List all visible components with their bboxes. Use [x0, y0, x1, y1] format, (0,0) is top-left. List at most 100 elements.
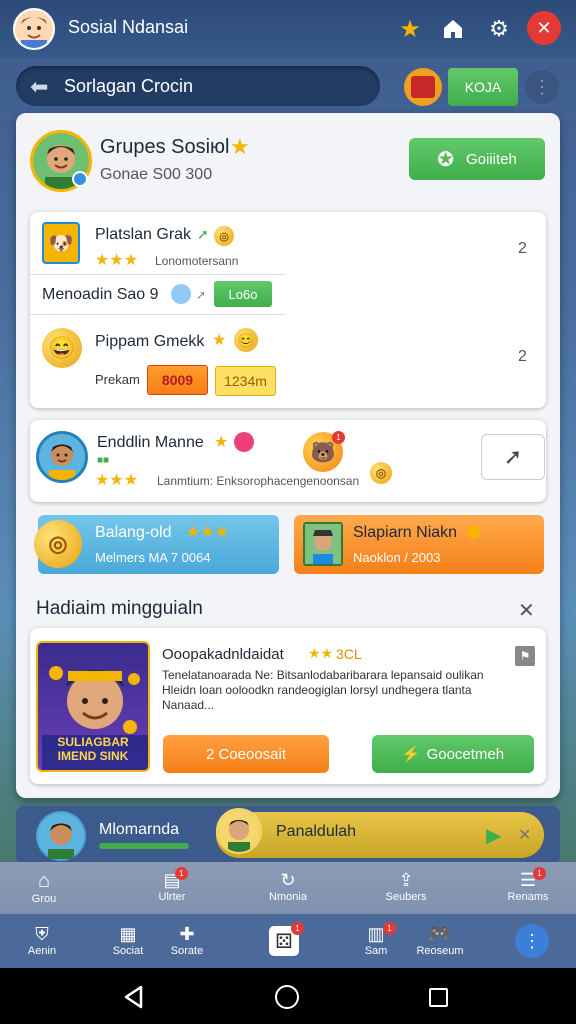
item-1-subtitle: Lonomotersann: [155, 254, 239, 268]
nav-item-refresh[interactable]: ↻ Nmonia: [258, 870, 318, 903]
bottom-highlight-text: Panaldulah: [276, 823, 357, 840]
divider: [30, 274, 286, 275]
more-icon[interactable]: ⋮: [525, 70, 559, 104]
row-mid-tag[interactable]: Lo6o: [214, 281, 272, 307]
promo-right-button[interactable]: ⚡ Goocetmeh: [372, 735, 534, 773]
price-label: Prekam: [95, 372, 140, 387]
profile-subtitle: Lanmtium: Enksorophacengenoonsan: [157, 474, 360, 488]
promo-title: Ooopakadnldaidat: [162, 646, 284, 663]
bolt-icon: ⚡: [401, 746, 421, 763]
nav-item-puzzle[interactable]: ✚ Sorate: [157, 924, 217, 957]
profile-name: Enddlin Manne: [97, 434, 204, 451]
profile-avatar[interactable]: [36, 431, 88, 483]
tile-2-badge-icon: ⬢: [466, 522, 482, 542]
item-2-coin-icon: 😊: [234, 328, 258, 352]
profile-progress: ■■: [97, 455, 110, 466]
row-mid-arrow-icon: ➚: [196, 288, 207, 302]
tile-2-title: Slapiarn Niakn: [353, 524, 458, 541]
tile-1-coin-icon: ◎: [34, 520, 82, 568]
profile-coin-icon: ◎: [370, 462, 392, 484]
promo-right-label: Goocetmeh: [426, 745, 505, 763]
dice-badge: 1: [291, 922, 304, 935]
promo-flag-icon[interactable]: ⚑: [515, 646, 535, 666]
price-2-badge[interactable]: 1234m: [215, 366, 276, 396]
nav-item-game[interactable]: 🎮 Reoseum: [410, 924, 470, 957]
puzzle-icon: ✚: [179, 924, 195, 944]
promo-left-button[interactable]: 2 Coeoosait: [163, 735, 329, 773]
nav-item-chart[interactable]: ▥ Sam: [346, 924, 406, 957]
play-icon[interactable]: ▶: [486, 823, 501, 848]
share-icon: ⇪: [398, 870, 414, 890]
back-arrow-icon[interactable]: ⬅: [30, 74, 48, 100]
item-2-title: Pippam Gmekk: [95, 333, 205, 350]
list-badge: 1: [533, 867, 546, 880]
profile-gem-icon: [234, 432, 254, 452]
profile-rating: ★★★: [95, 472, 139, 489]
cart-badge: 1: [175, 867, 188, 880]
calendar-icon: ▦: [119, 924, 137, 944]
tile-1-subtitle: Melmers MA 7 0064: [95, 550, 211, 565]
follow-button[interactable]: ✪ Goiiiteh: [409, 138, 545, 180]
nav-item-share[interactable]: ⇪ Seubers: [376, 870, 436, 903]
star-icon[interactable]: ★: [393, 12, 427, 46]
settings-icon[interactable]: ⚙: [482, 12, 516, 46]
app-title: Sosial Ndansai: [68, 17, 189, 37]
user-avatar[interactable]: [13, 8, 55, 50]
group-members: Gonae S00 300: [100, 166, 213, 183]
tile-2-subtitle: Naoklon / 2003: [353, 550, 441, 565]
group-name: Grupes Sosiюl: [100, 136, 230, 158]
promo-image-text: SULIAGBAR IMEND SINK: [57, 735, 129, 763]
game-icon: 🎮: [428, 924, 452, 944]
item-1-coin-icon: ◎: [214, 226, 234, 246]
verified-icon: [72, 171, 88, 187]
nav-item-shield[interactable]: ⛨ Aenin: [12, 924, 72, 957]
item-1-rating: ★★★: [95, 252, 139, 269]
bottom-avatar[interactable]: [36, 811, 86, 861]
chart-icon: ▥: [367, 924, 385, 944]
item-1-icon: 🐶: [42, 222, 80, 264]
chart-badge: 1: [383, 922, 396, 935]
bottom-name: Mlomarnda: [99, 821, 180, 838]
search-text: Sorlagan Crocin: [64, 76, 194, 96]
profile-star-icon: ★: [214, 434, 229, 451]
promo-description: Tenelatanoarada Ne: Bitsanlodabaribarara…: [162, 668, 484, 712]
close-icon[interactable]: ✕: [527, 11, 561, 45]
divider-2: [30, 314, 286, 315]
profile-badge: 1: [332, 431, 345, 444]
item-2-count: 2: [518, 348, 527, 365]
shop-icon[interactable]: [404, 68, 442, 106]
home-icon: ⌂: [37, 870, 51, 892]
item-1-arrow-icon: ➚: [197, 226, 209, 242]
item-2-star-icon: ★: [212, 332, 227, 349]
shield-icon: ⛨: [35, 924, 49, 944]
nav-item-calendar[interactable]: ▦ Sociat: [98, 924, 158, 957]
bottom-close-icon[interactable]: ✕: [518, 825, 531, 845]
profile-share-button[interactable]: ➚: [481, 434, 545, 480]
row-mid-globe-icon: [171, 284, 191, 304]
item-1-count: 2: [518, 240, 527, 257]
price-1-badge[interactable]: 8009: [147, 365, 208, 395]
item-2-emoji-icon: 😄: [42, 328, 82, 368]
notification-icon[interactable]: [436, 12, 470, 46]
row-mid-text: Menoadin Sao 9: [42, 286, 159, 303]
group-star-icon: ★: [230, 134, 250, 159]
nav-item-list[interactable]: ☰ Renams: [498, 870, 558, 903]
bottom-progress: [99, 843, 189, 849]
nav-item-cart[interactable]: ▤ Ulrter: [142, 870, 202, 903]
recents-icon[interactable]: [429, 988, 448, 1007]
promo-rating: 3CL: [336, 646, 362, 662]
home-circle-icon[interactable]: [275, 985, 299, 1009]
koja-button[interactable]: KOJA: [448, 68, 518, 106]
section-close-icon[interactable]: ✕: [518, 598, 535, 623]
bottom-highlight-avatar: [216, 808, 262, 854]
tile-1-stars: ★★★: [186, 524, 230, 541]
follow-label: Goiiiteh: [465, 150, 517, 168]
section-title: Hadiaim mingguialn: [36, 598, 203, 619]
menu-button[interactable]: ⋮: [515, 924, 549, 958]
back-icon[interactable]: [121, 984, 147, 1015]
promo-stars: ★★: [308, 645, 334, 661]
star-outline-icon: ✪: [437, 148, 454, 171]
nav-item-home[interactable]: ⌂ Grou: [14, 870, 74, 905]
tile-2-avatar: [303, 522, 343, 566]
item-1-title: Platslan Grak: [95, 226, 192, 243]
